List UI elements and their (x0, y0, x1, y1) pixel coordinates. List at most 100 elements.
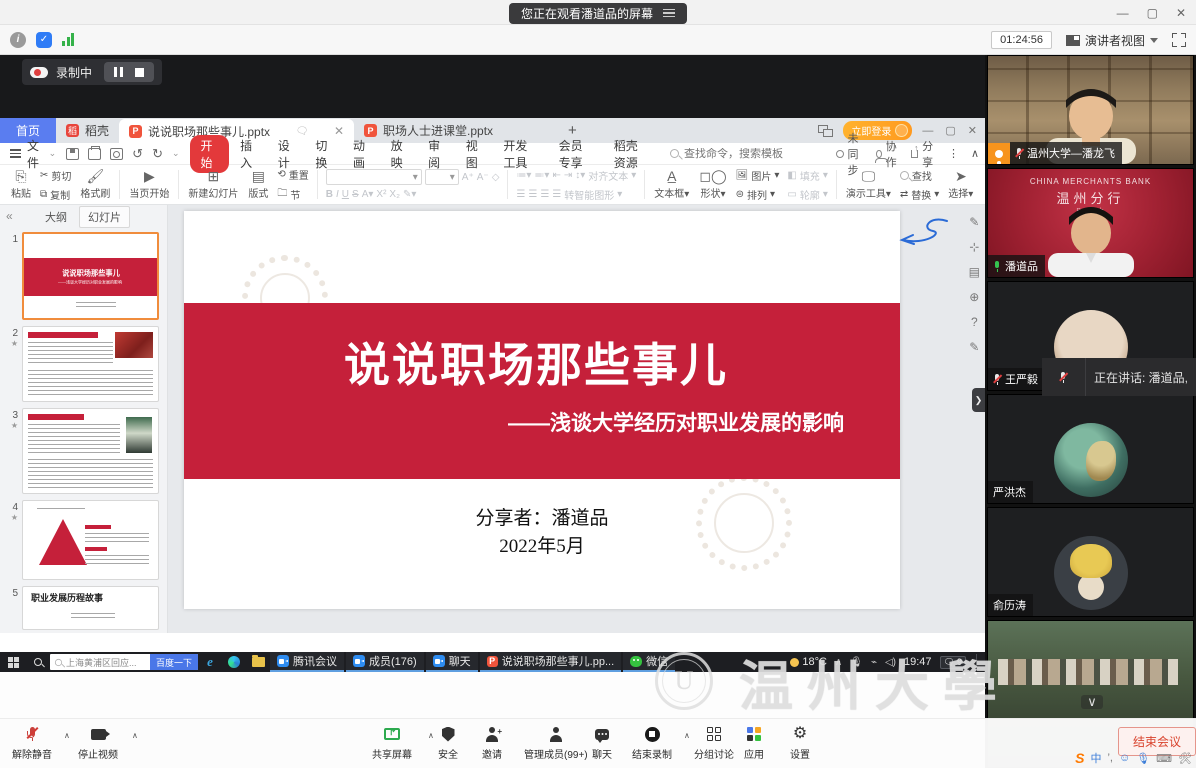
outdent-icon[interactable]: ⇤ (552, 170, 560, 181)
bold-button[interactable]: B (326, 189, 333, 200)
quickbar-more-icon[interactable]: ⌄ (172, 148, 180, 159)
taskbar-search-icon[interactable] (26, 658, 50, 666)
slide-thumb-1[interactable]: 1 说说职场那些事儿 ——浅谈大学经历对职业发展的影响 (0, 229, 167, 323)
indent-icon[interactable]: ⇥ (564, 170, 572, 181)
panel-expand-arrow[interactable]: ❯ (972, 388, 985, 412)
arrange-button[interactable]: ⊜排列▾ (736, 187, 780, 202)
video-options-caret[interactable]: ∧ (132, 731, 138, 740)
format-painter-button[interactable]: 🖌格式刷 (75, 167, 115, 202)
edge-icon[interactable] (222, 656, 246, 668)
taskbar-app-members[interactable]: 成员(176) (346, 652, 424, 672)
justify-icon[interactable]: ☰ (552, 189, 561, 200)
print-icon[interactable] (88, 148, 101, 160)
ime-punct-icon[interactable]: ’, (1107, 752, 1113, 764)
breakout-rooms-button[interactable]: 分组讨论 (694, 724, 734, 761)
font-size-select[interactable]: ▾ (425, 169, 459, 185)
slide-thumb-5[interactable]: 5 职业发展历程故事 (0, 583, 167, 633)
new-slide-button[interactable]: ⊞新建幻灯片 (183, 167, 243, 202)
section-button[interactable]: 🗀节 (277, 186, 308, 203)
clear-format-icon[interactable]: ◇ (492, 172, 500, 183)
apps-button[interactable]: 应用 (744, 724, 764, 761)
fullscreen-icon[interactable] (1172, 33, 1186, 47)
font-color-button[interactable]: A▾ (362, 189, 374, 200)
laser-pointer-icon[interactable]: ⊹ (969, 240, 979, 254)
play-from-current-button[interactable]: ▶当页开始 (124, 167, 174, 202)
maximize-button[interactable]: ▢ (1147, 6, 1158, 20)
ime-toolbox-icon[interactable]: 🛠 (1178, 752, 1192, 765)
align-right-icon[interactable]: ☰ (540, 189, 549, 200)
show-desktop-button[interactable] (976, 654, 979, 670)
invite-button[interactable]: + 邀请 (482, 724, 502, 761)
print-preview-icon[interactable] (110, 148, 123, 160)
fill-button[interactable]: ◧填充▾ (787, 168, 827, 183)
video-tile-4[interactable]: 严洪杰 (987, 394, 1194, 504)
ime-mic-icon[interactable]: 🎙 (1136, 752, 1150, 765)
file-explorer-icon[interactable] (246, 657, 270, 667)
slide-thumb-2[interactable]: 2★ (0, 323, 167, 405)
manage-members-button[interactable]: 管理成员(99+) (524, 724, 588, 761)
textbox-button[interactable]: A̲文本框▾ (649, 167, 694, 202)
start-button[interactable] (0, 657, 26, 668)
notification-badge[interactable]: 🗨9 (940, 656, 966, 669)
find-button[interactable]: 查找 (900, 168, 939, 183)
share-button[interactable]: 分享 (911, 138, 936, 170)
file-menu[interactable]: 文件 (27, 137, 45, 171)
replace-button[interactable]: ⇄替换▾ (900, 187, 939, 202)
paste-button[interactable]: ⎘粘贴 (6, 167, 36, 202)
select-button[interactable]: ➤选择▾ (943, 167, 978, 202)
to-smartart-button[interactable]: 转智能图形 (564, 187, 614, 202)
slides-tab[interactable]: 幻灯片 (79, 206, 130, 228)
align-left-icon[interactable]: ☰ (516, 189, 525, 200)
bullet-list-icon[interactable]: ≔▾ (516, 170, 531, 181)
slide-nav-icon[interactable]: ▤ (969, 265, 980, 279)
security-shield-icon[interactable]: ✓ (36, 32, 52, 48)
italic-button[interactable]: I (336, 189, 339, 200)
video-tile-5[interactable]: 俞历涛 (987, 507, 1194, 617)
stop-recording-button[interactable] (135, 68, 144, 77)
taskbar-clock[interactable]: 19:47 (904, 656, 932, 668)
cut-button[interactable]: ✂剪切 (40, 168, 71, 183)
pause-recording-button[interactable] (114, 67, 123, 77)
record-options-caret[interactable]: ∧ (684, 731, 690, 740)
ime-keyboard-icon[interactable]: ⌨ (1156, 752, 1172, 765)
taskbar-app-chat[interactable]: 聊天 (426, 652, 478, 672)
align-text-button[interactable]: 对齐文本 (588, 168, 628, 183)
taskbar-app-meeting[interactable]: 腾讯会议 (270, 652, 344, 672)
taskbar-search-box[interactable]: 上海黄浦区回应... 百度一下 (50, 654, 198, 670)
ime-lang-toggle[interactable]: 中 (1090, 750, 1101, 766)
align-center-icon[interactable]: ☰ (528, 189, 537, 200)
settings-button[interactable]: ⚙ 设置 (790, 724, 810, 761)
slide-thumb-3[interactable]: 3★ (0, 405, 167, 497)
reset-button[interactable]: ⟲重置 (277, 167, 308, 182)
slide-thumb-4[interactable]: 4★ (0, 497, 167, 583)
outline-button[interactable]: ▭轮廓▾ (787, 187, 827, 202)
notes-tool-icon[interactable]: ✎ (969, 340, 979, 354)
font-family-select[interactable]: ▾ (326, 169, 422, 185)
layout-button[interactable]: ▤版式 (243, 167, 273, 202)
view-mode-selector[interactable]: 演讲者视图 (1066, 32, 1158, 49)
underline-button[interactable]: U (342, 189, 349, 200)
mic-options-caret[interactable]: ∧ (64, 731, 70, 740)
banner-menu-icon[interactable] (663, 9, 675, 18)
stop-record-button[interactable]: 结束录制 (632, 724, 672, 761)
superscript-button[interactable]: X² (376, 189, 386, 200)
video-tile-2[interactable]: CHINA MERCHANTS BANK 温州分行 Branch 潘道品 (987, 168, 1194, 278)
share-options-caret[interactable]: ∧ (428, 731, 434, 740)
unmute-button[interactable]: 解除静音 (12, 724, 52, 761)
meeting-info-icon[interactable]: i (10, 32, 26, 48)
annotate-pen-icon[interactable]: ✎ (969, 215, 979, 229)
share-screen-button[interactable]: 共享屏幕 (372, 724, 412, 761)
weather-widget[interactable]: 18°C (790, 656, 827, 668)
copy-button[interactable]: ⧉复制 (40, 187, 71, 202)
taskbar-app-wps[interactable]: P说说职场那些事儿.pp... (480, 652, 621, 672)
panel-collapse-icon[interactable]: « (6, 209, 13, 223)
highlight-button[interactable]: ✎▾ (403, 189, 416, 200)
ie-icon[interactable]: e (198, 654, 222, 670)
hamburger-icon[interactable] (10, 149, 21, 158)
shapes-button[interactable]: ◻◯形状▾ (694, 167, 731, 202)
more-menu-icon[interactable]: ⋮ (948, 147, 959, 160)
decrease-font-icon[interactable]: A⁻ (477, 172, 489, 183)
video-tile-1[interactable]: 温州大学—潘龙飞 (987, 55, 1194, 165)
number-list-icon[interactable]: ≕▾ (534, 170, 549, 181)
outline-tab[interactable]: 大纲 (37, 207, 75, 227)
